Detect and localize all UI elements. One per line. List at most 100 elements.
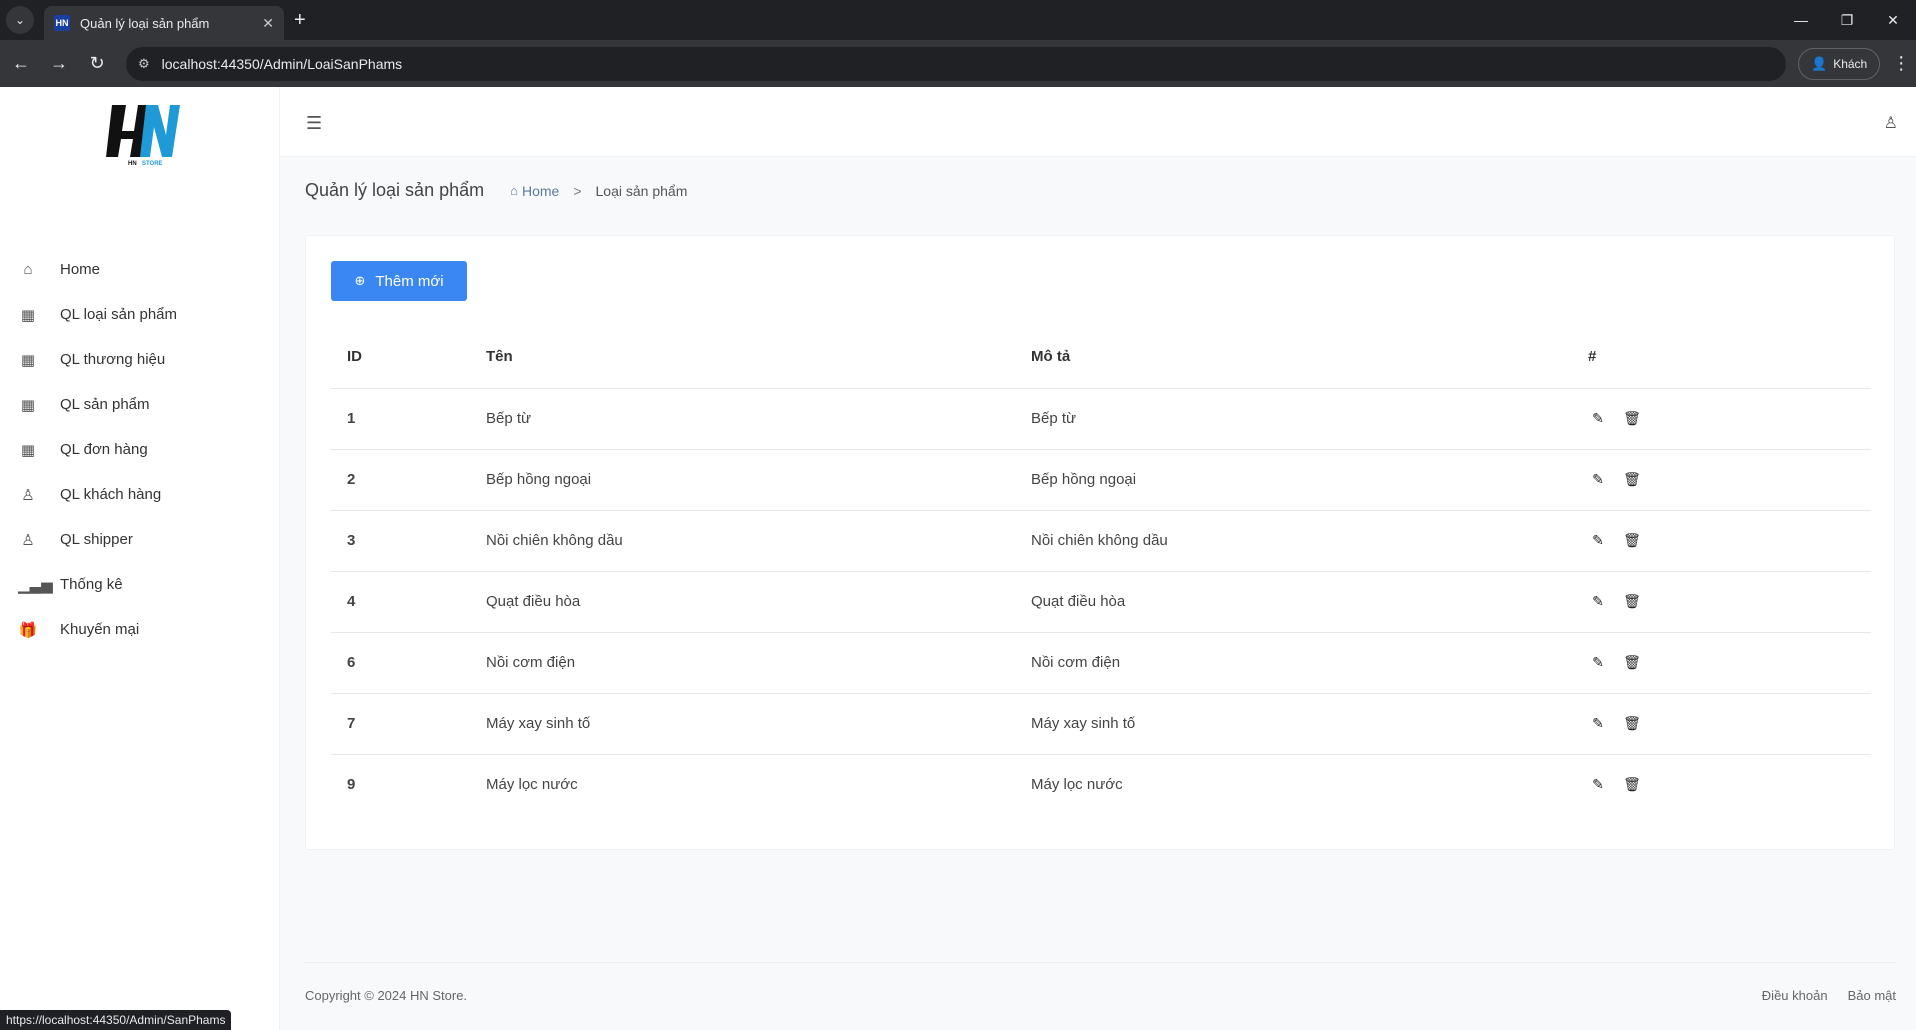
window-controls: — ❐ ✕ bbox=[1778, 0, 1916, 40]
table-row: 6 Nồi cơm điện Nồi cơm điện ✎ 🗑 bbox=[331, 632, 1871, 694]
cell-id: 4 bbox=[331, 571, 486, 633]
add-new-button[interactable]: ⊕ Thêm mới bbox=[331, 261, 467, 301]
user-icon: ♙ bbox=[21, 486, 35, 504]
cell-id: 3 bbox=[331, 510, 486, 572]
reload-icon[interactable]: ↻ bbox=[80, 47, 114, 81]
breadcrumb-separator: > bbox=[573, 182, 582, 199]
breadcrumb: ⌂ Home > Loại sản phẩm bbox=[510, 183, 687, 199]
cell-description: Máy lọc nước bbox=[1031, 776, 1123, 794]
sidebar-item-label: Thống kê bbox=[60, 576, 123, 593]
cell-actions: ✎ 🗑 bbox=[1576, 571, 1871, 633]
site-info-icon[interactable]: ⚙ bbox=[138, 56, 150, 72]
table-row: 4 Quạt điều hòa Quạt điều hòa ✎ 🗑 bbox=[331, 571, 1871, 633]
cell-name: Quạt điều hòa bbox=[486, 571, 1031, 633]
restore-icon[interactable]: ❐ bbox=[1824, 0, 1870, 40]
close-window-icon[interactable]: ✕ bbox=[1870, 0, 1916, 40]
sidebar-item-label: Home bbox=[60, 261, 101, 278]
footer-link-privacy[interactable]: Bảo mật bbox=[1848, 988, 1896, 1003]
store-logo[interactable]: HN STORE bbox=[104, 101, 182, 171]
tab-title: Quản lý loại sản phẩm bbox=[80, 15, 210, 31]
table-row: 7 Máy xay sinh tố Máy xay sinh tố ✎ 🗑 bbox=[331, 693, 1871, 755]
trash-icon[interactable]: 🗑 bbox=[1622, 654, 1642, 671]
url-text: localhost:44350/Admin/LoaiSanPhams bbox=[161, 55, 403, 72]
cell-description: Quạt điều hòa bbox=[1031, 571, 1576, 633]
table-row: 1 Bếp từ Bếp từ ✎ 🗑 bbox=[331, 388, 1871, 450]
trash-icon[interactable]: 🗑 bbox=[1622, 471, 1642, 488]
grid-icon: ▦ bbox=[20, 441, 36, 459]
sidebar-menu: ⌂ Home ▦ QL loại sản phẩm ▦ QL thương hi… bbox=[0, 247, 280, 652]
cell-actions: ✎ 🗑 bbox=[1576, 449, 1871, 511]
sidebar-item-categories[interactable]: ▦ QL loại sản phẩm bbox=[0, 292, 280, 337]
logo-icon: HN STORE bbox=[106, 105, 180, 167]
table-header-row: ID Tên Mô tả # bbox=[331, 326, 1871, 389]
table-row: 3 Nồi chiên không dầu Nồi chiên không dầ… bbox=[331, 510, 1871, 572]
trash-icon[interactable]: 🗑 bbox=[1622, 593, 1642, 610]
category-table: ID Tên Mô tả # 1 Bếp từ Bếp từ ✎ 🗑 2 Bếp … bbox=[331, 326, 1871, 815]
address-bar[interactable]: ⚙ localhost:44350/Admin/LoaiSanPhams bbox=[126, 46, 1786, 81]
favicon-icon: HN bbox=[54, 15, 70, 31]
home-icon: ⌂ bbox=[510, 183, 518, 198]
sidebar-item-label: QL thương hiệu bbox=[60, 351, 166, 368]
svg-text:STORE: STORE bbox=[142, 161, 163, 167]
cell-actions: ✎ 🗑 bbox=[1576, 632, 1871, 694]
minimize-icon[interactable]: — bbox=[1778, 0, 1824, 40]
back-icon[interactable]: ← bbox=[4, 47, 38, 81]
cell-name: Nồi cơm điện bbox=[486, 632, 1031, 694]
user-icon: ♙ bbox=[21, 531, 35, 549]
chevron-down-icon: ⌄ bbox=[14, 13, 26, 27]
cell-name: Bếp hồng ngoại bbox=[486, 449, 1031, 511]
grid-icon: ▦ bbox=[20, 306, 36, 324]
cell-actions: ✎ 🗑 bbox=[1576, 693, 1871, 755]
tab-search-button[interactable]: ⌄ bbox=[6, 6, 34, 34]
sidebar-item-products[interactable]: ▦ QL sản phẩm bbox=[0, 382, 280, 427]
forward-icon[interactable]: → bbox=[42, 47, 76, 81]
column-header-id: ID bbox=[331, 326, 486, 389]
content-card: ⊕ Thêm mới ID Tên Mô tả # 1 Bếp từ Bếp t… bbox=[305, 235, 1895, 850]
sidebar-item-customers[interactable]: ♙ QL khách hàng bbox=[0, 472, 280, 517]
cell-description: Máy xay sinh tố bbox=[1031, 693, 1576, 755]
sidebar-item-brands[interactable]: ▦ QL thương hiệu bbox=[0, 337, 280, 382]
trash-icon[interactable]: 🗑 bbox=[1622, 532, 1642, 549]
sidebar-item-shippers[interactable]: ♙ QL shipper bbox=[0, 517, 280, 562]
sidebar-item-label: QL loại sản phẩm bbox=[60, 306, 178, 323]
home-icon: ⌂ bbox=[23, 261, 33, 278]
chart-icon: ▁▃▅ bbox=[18, 576, 53, 594]
cell-id: 1 bbox=[331, 388, 486, 450]
profile-button[interactable]: 👤 Khách bbox=[1798, 47, 1881, 80]
trash-icon[interactable]: 🗑 bbox=[1622, 410, 1642, 427]
breadcrumb-home[interactable]: ⌂ Home bbox=[510, 183, 559, 199]
sidebar-item-label: QL đơn hàng bbox=[60, 441, 148, 458]
edit-icon[interactable]: ✎ bbox=[1588, 654, 1608, 671]
close-icon[interactable]: ✕ bbox=[262, 15, 274, 32]
new-tab-icon[interactable]: + bbox=[294, 9, 306, 32]
edit-icon[interactable]: ✎ bbox=[1588, 715, 1608, 732]
edit-icon[interactable]: ✎ bbox=[1588, 776, 1608, 793]
sidebar-item-statistics[interactable]: ▁▃▅ Thống kê bbox=[0, 562, 280, 607]
cell-description: Bếp từ bbox=[1031, 388, 1576, 450]
menu-toggle-icon[interactable]: ☰ bbox=[306, 113, 322, 134]
sidebar-item-label: QL shipper bbox=[60, 531, 133, 548]
add-new-label: Thêm mới bbox=[375, 272, 444, 290]
edit-icon[interactable]: ✎ bbox=[1588, 532, 1608, 549]
grid-icon: ▦ bbox=[20, 351, 36, 369]
more-menu-icon[interactable]: ⋮ bbox=[1892, 53, 1910, 74]
table-row: 2 Bếp hồng ngoại Bếp hồng ngoại ✎ 🗑 bbox=[331, 449, 1871, 511]
trash-icon[interactable]: 🗑 bbox=[1622, 715, 1642, 732]
footer-link-terms[interactable]: Điều khoản bbox=[1762, 988, 1828, 1003]
sidebar-item-orders[interactable]: ▦ QL đơn hàng bbox=[0, 427, 280, 472]
user-account-icon[interactable]: ♙ bbox=[1884, 113, 1898, 133]
cell-description: Nồi cơm điện bbox=[1031, 632, 1576, 694]
grid-icon: ▦ bbox=[20, 396, 36, 414]
table-row: 9 Máy lọc nước Máy lọc nước ✎ 🗑 bbox=[331, 754, 1871, 815]
browser-tab[interactable]: HN Quản lý loại sản phẩm ✕ bbox=[44, 6, 284, 40]
edit-icon[interactable]: ✎ bbox=[1588, 593, 1608, 610]
trash-icon[interactable]: 🗑 bbox=[1622, 776, 1642, 793]
browser-tab-bar: ⌄ HN Quản lý loại sản phẩm ✕ + — ❐ ✕ bbox=[0, 0, 1916, 40]
sidebar-item-promotions[interactable]: 🎁 Khuyến mại bbox=[0, 607, 280, 652]
sidebar-item-home[interactable]: ⌂ Home bbox=[0, 247, 280, 292]
gift-icon: 🎁 bbox=[18, 621, 38, 639]
status-bar-url: https://localhost:44350/Admin/SanPhams bbox=[0, 1010, 232, 1030]
edit-icon[interactable]: ✎ bbox=[1588, 471, 1608, 488]
edit-icon[interactable]: ✎ bbox=[1588, 410, 1608, 427]
cell-name: Máy xay sinh tố bbox=[486, 693, 1031, 755]
